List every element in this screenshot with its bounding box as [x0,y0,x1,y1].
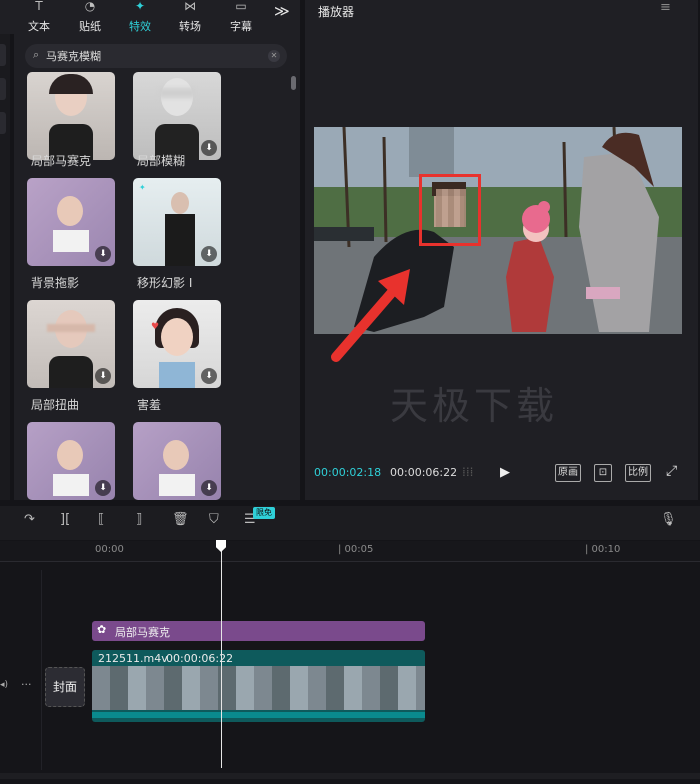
thumbnail-body [53,230,89,252]
more-options-icon[interactable]: ··· [21,678,32,691]
download-icon[interactable]: ⬇ [201,480,217,496]
thumbnail-body [159,362,195,388]
thumbnail-body [165,214,195,266]
effect-card-shift-phantom[interactable]: ✦ ⬇ [133,178,221,266]
microphone-icon[interactable]: 🎙 [660,512,677,527]
download-icon[interactable]: ⬇ [201,140,217,156]
red-arrow-icon [331,269,410,362]
ratio-button[interactable]: 比例 [625,464,651,482]
total-time: 00:00:06:22 [390,466,458,479]
thumbnail-body [159,474,195,496]
effect-card-local-blur[interactable]: ⬇ [133,72,221,160]
side-strip-button-1[interactable] [0,44,6,66]
download-icon[interactable]: ⬇ [95,368,111,384]
grid-icon[interactable]: ⁞⁞⁞ [462,465,473,479]
clear-search-icon[interactable]: ✕ [268,50,280,62]
sticker-icon: ◔ [84,0,96,13]
effect-label: 背景拖影 [31,276,80,290]
ruler-label: | 00:10 [585,544,621,555]
video-clip-name: 212511.m4v [98,652,168,665]
subtitle-icon: ▭ [235,0,247,13]
audio-icon[interactable]: ◂) [0,680,8,690]
effect-card-shy[interactable]: ♥ ⬇ [133,300,221,388]
transition-icon: ⋈ [184,0,196,13]
fullscreen-icon[interactable]: ⤢ [666,463,677,479]
search-box[interactable]: ⌕ 马赛克模糊 ✕ [25,44,287,68]
tab-transition[interactable]: ⋈ 转场 [165,0,215,34]
effect-star-icon: ✿ [97,623,107,636]
effect-label: 局部模糊 [137,154,186,168]
side-strip-button-3[interactable] [0,112,6,134]
tab-text[interactable]: Ｔ 文本 [14,0,64,34]
effect-card-local-distort[interactable]: ⬇ [27,300,115,388]
clip-filmstrip [92,666,425,710]
effect-card-8[interactable]: ⬇ [133,422,221,500]
thumbnail-image [163,440,189,470]
free-badge: 限免 [253,507,275,519]
redo-icon[interactable]: ↷ [24,512,35,527]
thumbnail-blur-band [159,88,195,98]
tab-subtitle[interactable]: ▭ 字幕 [216,0,266,34]
download-icon[interactable]: ⬇ [201,368,217,384]
thumbnail-body [53,474,89,496]
heart-icon: ♥ [151,322,160,332]
thumbnail-body [49,356,93,388]
panel-scrollbar[interactable] [291,76,296,90]
track-header-divider [41,570,42,770]
download-icon[interactable]: ⬇ [95,480,111,496]
marker-icon[interactable]: ⛉ [209,512,219,527]
effect-clip-label: 局部马赛克 [115,626,170,639]
ruler-label: | 00:05 [338,544,374,555]
download-icon[interactable]: ⬇ [95,246,111,262]
left-side-strip [0,34,10,500]
tab-sticker[interactable]: ◔ 贴纸 [65,0,115,34]
effect-card-background-trail[interactable]: ⬇ [27,178,115,266]
fullscreen-fit-icon[interactable]: ⊡ [594,464,612,482]
thumbnail-hair [49,74,93,94]
more-tabs-button[interactable]: ≫ [274,2,290,20]
split-left-icon[interactable]: ⟦ [98,512,104,527]
effect-card-7[interactable]: ⬇ [27,422,115,500]
watermark-text: 天极下载 [390,384,559,428]
side-strip-button-2[interactable] [0,78,6,100]
original-quality-button[interactable]: 原画 [555,464,581,482]
ruler-label: 00:00 [95,544,124,555]
effect-card-local-mosaic[interactable] [27,72,115,160]
current-time: 00:00:02:18 [314,466,382,479]
clip-audio-wave [92,712,425,718]
effect-label: 移形幻影 I [137,276,193,290]
timeline-scrollbar[interactable] [0,773,700,779]
thumbnail-image [171,192,189,214]
sparkle-icon: ✦ [139,183,146,192]
effect-label: 局部马赛克 [31,154,92,168]
mosaic-area [436,189,466,227]
search-input[interactable]: 马赛克模糊 [46,48,101,64]
download-icon[interactable]: ⬇ [201,246,217,262]
playhead-line[interactable] [221,548,222,768]
thumbnail-image [57,440,83,470]
cover-button[interactable]: 封面 [45,667,85,707]
thumbnail-distort-band [47,324,95,332]
effects-icon: ✦ [134,0,146,13]
search-icon: ⌕ [33,48,40,61]
play-button[interactable]: ▶ [500,465,510,480]
timeline-toolbar [0,506,700,540]
menu-icon[interactable]: ≡ [660,0,671,15]
tab-effects[interactable]: ✦ 特效 [115,0,165,34]
split-right-icon[interactable]: ⟧ [136,512,142,527]
text-icon: Ｔ [32,0,45,13]
split-icon[interactable]: ][ [60,512,70,527]
player-title: 播放器 [318,5,355,19]
thumbnail-image [57,196,83,226]
thumbnail-image [161,318,193,356]
effect-label: 害羞 [137,398,162,412]
effect-label: 局部扭曲 [31,398,80,412]
video-clip-duration: 00:00:06:22 [166,652,234,665]
delete-icon[interactable]: 🗑 [172,512,189,527]
